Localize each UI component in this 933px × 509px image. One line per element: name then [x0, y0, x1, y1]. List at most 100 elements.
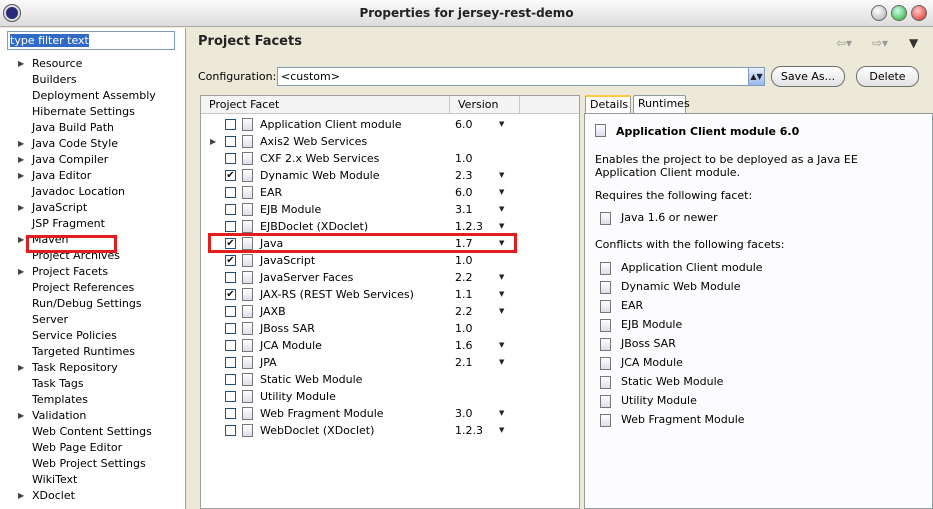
facet-version[interactable]: 1.2.3 — [455, 422, 483, 439]
tree-item[interactable]: ▶ JavaScript — [0, 200, 186, 216]
expand-arrow-icon[interactable]: ▶ — [210, 133, 216, 150]
column-header-facet[interactable]: Project Facet — [201, 96, 450, 114]
tree-item[interactable]: ▶ Validation — [0, 408, 186, 424]
facet-row[interactable]: JBoss SAR 1.0 — [201, 320, 579, 337]
facet-checkbox[interactable] — [225, 119, 236, 130]
facet-checkbox[interactable] — [225, 425, 236, 436]
version-dropdown-icon[interactable]: ▼ — [499, 269, 504, 286]
version-dropdown-icon[interactable]: ▼ — [499, 201, 504, 218]
expand-arrow-icon[interactable]: ▶ — [18, 408, 24, 424]
tree-item[interactable]: ▶ Java Editor — [0, 168, 186, 184]
facet-version[interactable]: 2.3 — [455, 167, 473, 184]
tree-item[interactable]: ▶ Project Facets — [0, 264, 186, 280]
facet-row[interactable]: Static Web Module — [201, 371, 579, 388]
facet-version[interactable]: 2.2 — [455, 269, 473, 286]
facet-row[interactable]: CXF 2.x Web Services 1.0 — [201, 150, 579, 167]
version-dropdown-icon[interactable]: ▼ — [499, 422, 504, 439]
facet-row[interactable]: JCA Module 1.6 ▼ — [201, 337, 579, 354]
facet-checkbox[interactable] — [225, 340, 236, 351]
facet-version[interactable]: 3.1 — [455, 201, 473, 218]
version-dropdown-icon[interactable]: ▼ — [499, 286, 504, 303]
facet-checkbox[interactable] — [225, 136, 236, 147]
facet-version[interactable]: 1.6 — [455, 337, 473, 354]
facet-version[interactable]: 2.2 — [455, 303, 473, 320]
tree-item[interactable]: ▶ Resource — [0, 56, 186, 72]
expand-arrow-icon[interactable]: ▶ — [18, 360, 24, 376]
facet-checkbox[interactable] — [225, 204, 236, 215]
facet-checkbox[interactable]: ✔ — [225, 170, 236, 181]
tree-item[interactable]: Server — [0, 312, 186, 328]
tree-item[interactable]: Deployment Assembly — [0, 88, 186, 104]
facet-checkbox[interactable] — [225, 221, 236, 232]
tree-item[interactable]: Web Page Editor — [0, 440, 186, 456]
expand-arrow-icon[interactable]: ▶ — [18, 56, 24, 72]
facet-checkbox[interactable] — [225, 357, 236, 368]
version-dropdown-icon[interactable]: ▼ — [499, 337, 504, 354]
facet-checkbox[interactable] — [225, 374, 236, 385]
tree-item[interactable]: JSP Fragment — [0, 216, 186, 232]
version-dropdown-icon[interactable]: ▼ — [499, 405, 504, 422]
back-arrow-icon[interactable]: ⇦▾ — [836, 36, 852, 50]
column-header-version[interactable]: Version — [450, 96, 520, 114]
minimize-button[interactable] — [871, 5, 887, 21]
combo-arrows-icon[interactable]: ▲▼ — [748, 68, 764, 85]
facet-checkbox[interactable] — [225, 272, 236, 283]
tree-item[interactable]: Javadoc Location — [0, 184, 186, 200]
close-button[interactable] — [911, 5, 927, 21]
facet-version[interactable]: 6.0 — [455, 184, 473, 201]
expand-arrow-icon[interactable]: ▶ — [18, 264, 24, 280]
facet-row[interactable]: JPA 2.1 ▼ — [201, 354, 579, 371]
facet-row[interactable]: ✔ JAX-RS (REST Web Services) 1.1 ▼ — [201, 286, 579, 303]
facet-checkbox[interactable] — [225, 408, 236, 419]
tree-item[interactable]: Run/Debug Settings — [0, 296, 186, 312]
version-dropdown-icon[interactable]: ▼ — [499, 184, 504, 201]
tree-item[interactable]: Templates — [0, 392, 186, 408]
facet-version[interactable]: 2.1 — [455, 354, 473, 371]
facet-row[interactable]: EJB Module 3.1 ▼ — [201, 201, 579, 218]
facet-version[interactable]: 3.0 — [455, 405, 473, 422]
tree-item[interactable]: Targeted Runtimes — [0, 344, 186, 360]
version-dropdown-icon[interactable]: ▼ — [499, 303, 504, 320]
tree-item[interactable]: Service Policies — [0, 328, 186, 344]
tree-item[interactable]: WikiText — [0, 472, 186, 488]
facet-row[interactable]: JavaServer Faces 2.2 ▼ — [201, 269, 579, 286]
version-dropdown-icon[interactable]: ▼ — [499, 116, 504, 133]
tree-item[interactable]: ▶ XDoclet — [0, 488, 186, 504]
expand-arrow-icon[interactable]: ▶ — [18, 152, 24, 168]
tree-item[interactable]: Hibernate Settings — [0, 104, 186, 120]
expand-arrow-icon[interactable]: ▶ — [18, 200, 24, 216]
forward-arrow-icon[interactable]: ⇨▾ — [872, 36, 888, 50]
tree-item[interactable]: ▶ Task Repository — [0, 360, 186, 376]
facet-checkbox[interactable] — [225, 391, 236, 402]
tree-item[interactable]: Task Tags — [0, 376, 186, 392]
expand-arrow-icon[interactable]: ▶ — [18, 136, 24, 152]
facet-row[interactable]: JAXB 2.2 ▼ — [201, 303, 579, 320]
expand-arrow-icon[interactable]: ▶ — [18, 232, 24, 248]
expand-arrow-icon[interactable]: ▶ — [18, 168, 24, 184]
facet-checkbox[interactable] — [225, 187, 236, 198]
version-dropdown-icon[interactable]: ▼ — [499, 167, 504, 184]
facet-version[interactable]: 6.0 — [455, 116, 473, 133]
tree-item[interactable]: Web Content Settings — [0, 424, 186, 440]
facet-row[interactable]: Application Client module 6.0 ▼ — [201, 116, 579, 133]
facet-checkbox[interactable]: ✔ — [225, 255, 236, 266]
facet-checkbox[interactable] — [225, 323, 236, 334]
tab-details[interactable]: Details — [585, 95, 631, 113]
tree-item[interactable]: Web Project Settings — [0, 456, 186, 472]
expand-arrow-icon[interactable]: ▶ — [18, 488, 24, 504]
facet-row[interactable]: ✔ Dynamic Web Module 2.3 ▼ — [201, 167, 579, 184]
facet-row[interactable]: Web Fragment Module 3.0 ▼ — [201, 405, 579, 422]
facet-version[interactable]: 1.1 — [455, 286, 473, 303]
tab-runtimes[interactable]: Runtimes — [633, 95, 690, 113]
facet-row[interactable]: ▶ Axis2 Web Services — [201, 133, 579, 150]
tree-item[interactable]: ▶ Java Compiler — [0, 152, 186, 168]
tree-item[interactable]: Builders — [0, 72, 186, 88]
version-dropdown-icon[interactable]: ▼ — [499, 354, 504, 371]
delete-button[interactable]: Delete — [856, 66, 919, 87]
tree-item[interactable]: ▶ Java Code Style — [0, 136, 186, 152]
view-menu-icon[interactable]: ▼ — [909, 36, 918, 50]
facet-row[interactable]: EAR 6.0 ▼ — [201, 184, 579, 201]
facet-row[interactable]: ✔ JavaScript 1.0 — [201, 252, 579, 269]
configuration-combo[interactable]: <custom> ▲▼ — [277, 67, 765, 86]
facet-checkbox[interactable]: ✔ — [225, 289, 236, 300]
